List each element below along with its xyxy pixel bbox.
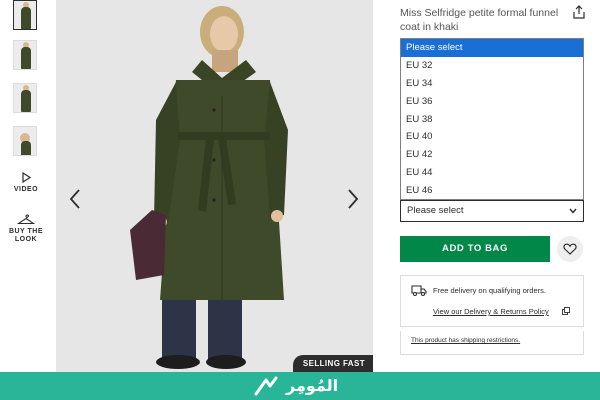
- size-option[interactable]: EU 38: [401, 111, 583, 129]
- model-photo: [130, 6, 288, 369]
- size-option[interactable]: EU 32: [401, 57, 583, 75]
- logo-text: المُومِر: [286, 376, 339, 395]
- video-label: VIDEO: [13, 186, 39, 193]
- size-dropdown-list[interactable]: Please select EU 32 EU 34 EU 36 EU 38 EU…: [400, 38, 584, 200]
- thumbnail-column: VIDEO BUY THE LOOK: [0, 0, 52, 372]
- size-option[interactable]: EU 46: [401, 182, 583, 200]
- share-icon[interactable]: [573, 5, 585, 19]
- add-to-bag-button[interactable]: ADD TO BAG: [400, 236, 550, 262]
- save-to-wishlist-button[interactable]: [557, 236, 583, 262]
- size-option[interactable]: EU 34: [401, 75, 583, 93]
- product-title: Miss Selfridge petite formal funnel coat…: [400, 7, 559, 33]
- size-select-value: Please select: [407, 205, 464, 216]
- video-button[interactable]: VIDEO: [4, 172, 48, 194]
- product-details-panel: Miss Selfridge petite formal funnel coat…: [400, 0, 600, 372]
- chevron-down-icon: [569, 208, 577, 214]
- thumbnail-figure: [21, 47, 31, 69]
- truck-icon: [411, 285, 427, 296]
- size-select[interactable]: Please select: [400, 200, 584, 222]
- size-option[interactable]: EU 44: [401, 164, 583, 182]
- size-option[interactable]: EU 40: [401, 128, 583, 146]
- delivery-info-box: Free delivery on qualifying orders. View…: [400, 275, 584, 327]
- logo-icon: [254, 376, 278, 396]
- hanger-icon: [17, 214, 35, 225]
- size-option[interactable]: EU 36: [401, 93, 583, 111]
- watermark-bar: المُومِر: [0, 372, 600, 400]
- size-option[interactable]: EU 42: [401, 146, 583, 164]
- thumbnail-2[interactable]: [13, 40, 37, 70]
- selling-fast-badge: SELLING FAST: [292, 355, 373, 372]
- thumbnail-figure: [21, 141, 31, 155]
- size-option[interactable]: Please select: [401, 39, 583, 57]
- chevron-right-icon[interactable]: [346, 188, 360, 210]
- thumbnail-figure: [21, 90, 31, 112]
- thumbnail-1[interactable]: [13, 0, 37, 30]
- buy-the-look-label: BUY THE LOOK: [8, 228, 44, 243]
- chevron-left-icon[interactable]: [68, 188, 82, 210]
- thumbnail-4[interactable]: [13, 126, 37, 156]
- delivery-returns-link[interactable]: View our Delivery & Returns Policy: [433, 307, 549, 316]
- heart-icon: [563, 243, 577, 255]
- play-icon: [22, 172, 31, 183]
- product-image: SELLING FAST: [56, 0, 373, 372]
- thumbnail-3[interactable]: [13, 83, 37, 113]
- shipping-restrictions-link[interactable]: This product has shipping restrictions.: [400, 331, 584, 355]
- external-link-icon: [562, 307, 570, 315]
- thumbnail-figure: [21, 7, 31, 29]
- free-delivery-text: Free delivery on qualifying orders.: [433, 286, 546, 295]
- buy-the-look-button[interactable]: BUY THE LOOK: [4, 213, 48, 244]
